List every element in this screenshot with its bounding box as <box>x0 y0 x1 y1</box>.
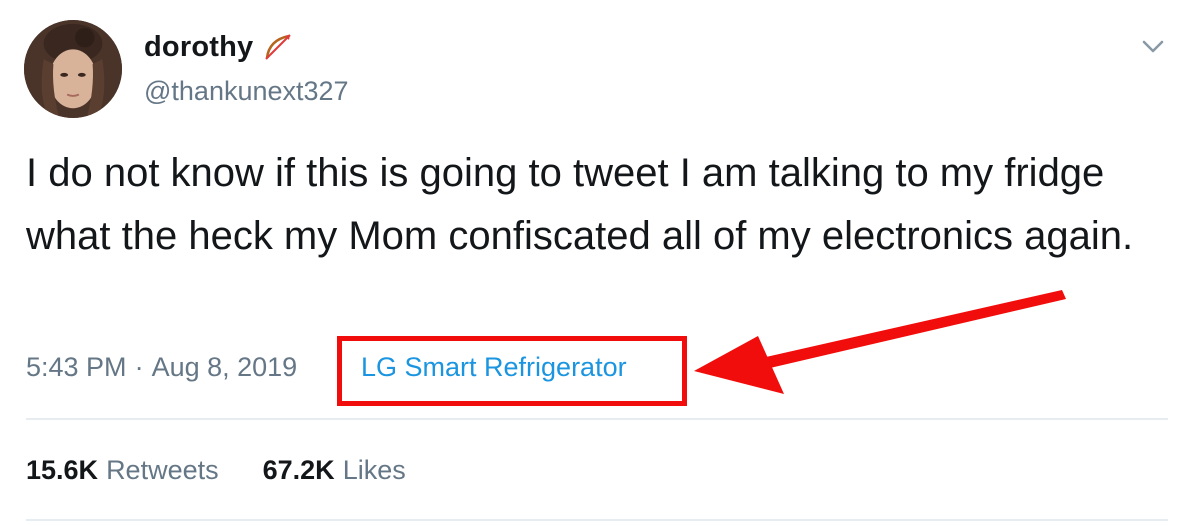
tweet-card: dorothy @thankunext327 I do not know if … <box>0 0 1200 526</box>
retweets-label: Retweets <box>106 455 219 485</box>
user-handle[interactable]: @thankunext327 <box>144 76 349 107</box>
tweet-stats: 15.6K Retweets 67.2K Likes <box>26 455 450 486</box>
display-name[interactable]: dorothy <box>144 31 253 64</box>
tweet-time[interactable]: 5:43 PM <box>26 352 127 383</box>
display-name-row: dorothy <box>144 30 295 64</box>
meta-separator: · <box>134 352 144 382</box>
retweets-stat[interactable]: 15.6K Retweets <box>26 455 219 486</box>
chevron-down-icon[interactable] <box>1138 34 1168 58</box>
likes-label: Likes <box>342 455 406 485</box>
tweet-source-link[interactable]: LG Smart Refrigerator <box>361 352 627 383</box>
tweet-meta: 5:43 PM · Aug 8, 2019 <box>26 352 297 383</box>
avatar-photo <box>24 20 122 118</box>
tweet-text: I do not know if this is going to tweet … <box>26 151 1134 258</box>
divider <box>26 418 1168 420</box>
likes-stat[interactable]: 67.2K Likes <box>263 455 406 486</box>
avatar[interactable] <box>24 20 122 118</box>
likes-count: 67.2K <box>262 455 335 485</box>
divider <box>26 519 1168 521</box>
bow-and-arrow-icon <box>265 34 292 60</box>
retweets-count: 15.6K <box>26 455 99 485</box>
tweet-date[interactable]: Aug 8, 2019 <box>152 352 298 383</box>
